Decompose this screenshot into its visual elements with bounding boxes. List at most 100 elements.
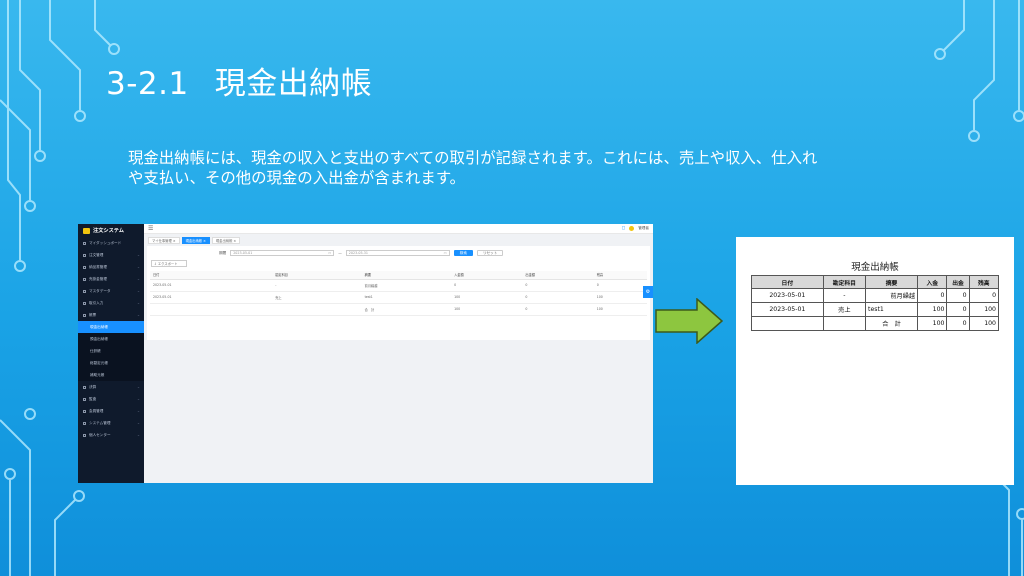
table-row: 2023-05-01- 前月繰越 0 0 0 xyxy=(751,288,1000,303)
menu-item-icon xyxy=(83,253,86,257)
chevron-down-icon: ⌄ xyxy=(136,289,140,293)
sidebar-item-label: 取引入力 xyxy=(89,301,104,305)
avatar[interactable] xyxy=(629,226,635,231)
filter-label: 期間 xyxy=(219,250,227,255)
search-button[interactable]: 検索 xyxy=(453,250,473,256)
tab-bar: マイ仕事管理 × 現金出納帳 × 現金出納帳 × xyxy=(144,234,653,244)
gear-icon[interactable]: ⚙ xyxy=(643,286,653,298)
close-icon[interactable]: × xyxy=(202,239,206,243)
sidebar-item[interactable]: 決算 ⌄ xyxy=(78,381,144,393)
tab-label: 現金出納帳 xyxy=(215,239,233,243)
table-cell: 100 xyxy=(917,302,948,317)
tab-label: 現金出納帳 xyxy=(185,239,203,243)
chevron-down-icon: ⌄ xyxy=(136,409,140,413)
menu-item-icon xyxy=(83,421,86,425)
table-cell: - xyxy=(822,288,867,303)
table-cell: 100 xyxy=(593,303,647,316)
table-cell: 0 xyxy=(917,288,948,303)
close-icon[interactable]: × xyxy=(232,239,236,243)
content-panel: 期間 2023-05-01 ▭ — 2023-05-31 ▭ 検索 リセット ⇩… xyxy=(147,246,650,340)
sidebar-item[interactable]: 監査 ⌄ xyxy=(78,393,144,405)
sidebar-subitem[interactable]: 総勘定元帳 xyxy=(78,357,144,369)
sidebar-item-label: 決算 xyxy=(89,385,97,389)
chevron-down-icon: ⌄ xyxy=(136,397,140,401)
tab[interactable]: マイ仕事管理 × xyxy=(148,237,180,244)
export-button[interactable]: ⇩ エクスポート xyxy=(151,260,187,267)
sidebar-item[interactable]: 個人センター ⌄ xyxy=(78,429,144,441)
app-logo: 注文システム xyxy=(78,224,144,237)
table-cell: 0 xyxy=(946,302,970,317)
sidebar-subitem[interactable]: 現金出納帳 xyxy=(78,321,144,333)
table-cell: 0 xyxy=(593,279,647,292)
sidebar-item-label: 納品書管理 xyxy=(89,265,107,269)
table-cell: 100 xyxy=(593,291,647,304)
column-header: 摘要 xyxy=(865,275,919,289)
table-cell: 前月繰越 xyxy=(361,279,452,292)
menu-item-icon xyxy=(83,301,86,305)
table-row: 2023-05-01 売上 test1 100 0 100 xyxy=(150,291,647,304)
sidebar-item-label: 帳票 xyxy=(89,313,97,317)
sidebar-item-label: 会員管理 xyxy=(89,409,104,413)
table-cell: 売上 xyxy=(272,291,362,304)
tab[interactable]: 現金出納帳 × xyxy=(181,237,210,244)
slide-description: 現金出納帳には、現金の収入と支出のすべての取引が記録されます。これには、売上や収… xyxy=(128,149,818,187)
tab[interactable]: 現金出納帳 × xyxy=(211,237,241,244)
table-cell: 100 xyxy=(451,291,523,304)
table-cell: 2023-05-01 xyxy=(150,279,273,292)
sidebar: 注文システム マイダッシュボード 注文管理 ⌄ 納品書管理 ⌄ 売掛金管理 ⌄ マスタデータ ⌄… xyxy=(78,224,144,483)
sidebar-item-label: 補助元帳 xyxy=(90,373,105,377)
sidebar-item[interactable]: 取引入力 ⌄ xyxy=(78,297,144,309)
right-arrow-icon xyxy=(655,298,723,344)
sidebar-item[interactable]: 会員管理 ⌄ xyxy=(78,405,144,417)
sidebar-item-label: システム管理 xyxy=(89,421,111,425)
chevron-down-icon: ⌄ xyxy=(136,313,140,317)
sidebar-item-label: 仕訳帳 xyxy=(90,349,101,353)
table-cell: 0 xyxy=(522,291,594,304)
menu-item-icon xyxy=(83,277,86,281)
table-cell: - xyxy=(272,279,362,292)
sidebar-subitem[interactable]: 仕訳帳 xyxy=(78,345,144,357)
table-row: 合 計 100 0 100 xyxy=(150,303,647,316)
close-icon[interactable]: × xyxy=(172,239,176,243)
column-header: 入金 xyxy=(917,275,948,289)
document-table: 日付 勘定科目 摘要 入金 出金 残高 2023-05-01- 前月繰越 0 0 0 2023-05… xyxy=(751,275,1000,331)
menu-item-icon xyxy=(83,313,86,317)
sidebar-item[interactable]: 注文管理 ⌄ xyxy=(78,249,144,261)
export-label: エクスポート xyxy=(157,262,178,266)
column-header: 出金 xyxy=(946,275,970,289)
table-row: 2023-05-01- 前月繰越 0 0 0 xyxy=(150,279,647,292)
sidebar-subitem[interactable]: 預金出納帳 xyxy=(78,333,144,345)
sidebar-item-label: 個人センター xyxy=(89,433,111,437)
column-header: 日付 xyxy=(150,271,273,280)
date-from-field[interactable]: 2023-05-01 ▭ xyxy=(230,250,335,256)
slide-title: 3-2.1 現金出納帳 xyxy=(106,58,372,103)
sidebar-item-ledger[interactable]: 帳票 ⌄ xyxy=(78,309,144,321)
date-to-value: 2023-05-31 xyxy=(348,251,368,255)
sidebar-item-label: 総勘定元帳 xyxy=(90,361,108,365)
sidebar-item[interactable]: システム管理 ⌄ xyxy=(78,417,144,429)
user-name[interactable]: 管理者 xyxy=(638,226,649,231)
table-cell: 2023-05-01 xyxy=(751,288,824,303)
sidebar-subitem[interactable]: 補助元帳 xyxy=(78,369,144,381)
sidebar-item[interactable]: マイダッシュボード xyxy=(78,237,144,249)
document-table-header: 日付 勘定科目 摘要 入金 出金 残高 xyxy=(751,275,1000,289)
range-separator: — xyxy=(338,251,342,255)
menu-item-icon xyxy=(83,265,86,269)
document-table-body: 2023-05-01- 前月繰越 0 0 0 2023-05-01 売上 test1 100 0 1… xyxy=(751,288,1000,331)
app-screenshot: 注文システム マイダッシュボード 注文管理 ⌄ 納品書管理 ⌄ 売掛金管理 ⌄ マスタデータ ⌄… xyxy=(78,224,653,483)
sidebar-item[interactable]: 売掛金管理 ⌄ xyxy=(78,273,144,285)
menu-toggle-icon[interactable]: ☰ xyxy=(148,225,153,232)
notification-icon[interactable]: ◻ xyxy=(621,226,625,231)
sidebar-menu: マイダッシュボード 注文管理 ⌄ 納品書管理 ⌄ 売掛金管理 ⌄ マスタデータ ⌄ 取引入力 ⌄ 帳票… xyxy=(78,237,144,441)
table-row: 合 計 100 0 100 xyxy=(751,316,1000,331)
sidebar-item[interactable]: マスタデータ ⌄ xyxy=(78,285,144,297)
sidebar-item[interactable]: 納品書管理 ⌄ xyxy=(78,261,144,273)
table-row: 2023-05-01 売上 test1 100 0 100 xyxy=(751,302,1000,317)
date-to-field[interactable]: 2023-05-31 ▭ xyxy=(345,250,450,256)
table-cell xyxy=(150,303,273,316)
table-cell: 2023-05-01 xyxy=(751,302,824,317)
column-header: 勘定科目 xyxy=(272,271,362,280)
reset-button[interactable]: リセット xyxy=(476,250,504,256)
column-header: 摘要 xyxy=(361,271,452,280)
chevron-down-icon: ⌄ xyxy=(136,301,140,305)
